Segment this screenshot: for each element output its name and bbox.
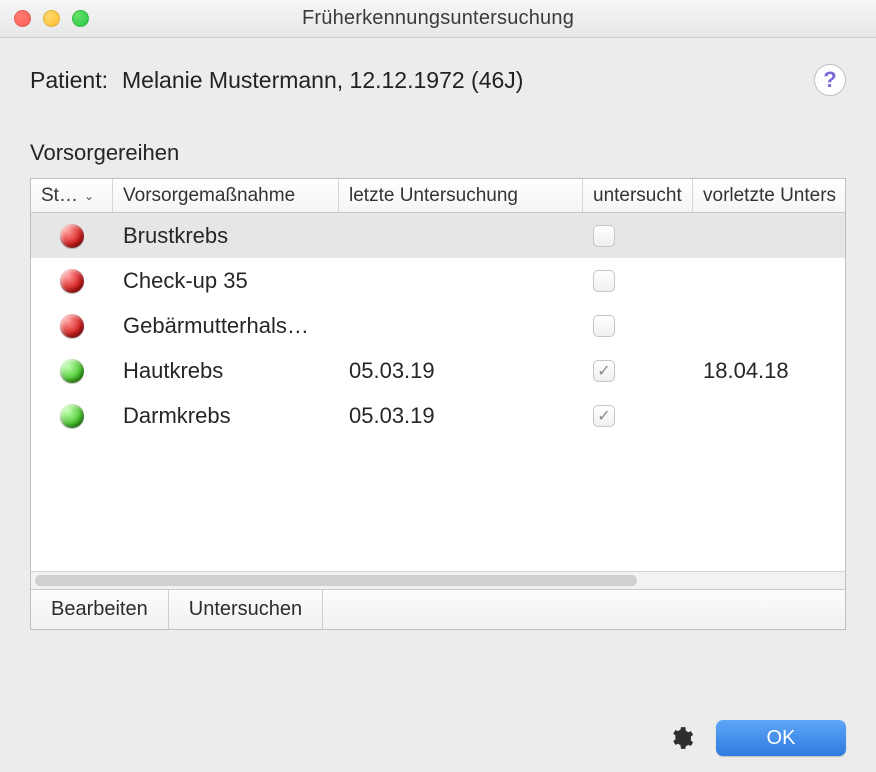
table-row[interactable]: Hautkrebs 05.03.19 ✓ 18.04.18 <box>31 348 845 393</box>
column-header-name[interactable]: Vorsorgemaßnahme <box>113 179 339 212</box>
cell-last-exam-text: 05.03.19 <box>349 358 435 384</box>
cell-name-text: Darmkrebs <box>123 403 231 429</box>
cell-prev-exam: 18.04.18 <box>693 358 845 384</box>
bottom-bar: OK <box>30 720 846 756</box>
examined-checkbox[interactable]: ✓ <box>593 360 615 382</box>
cell-name: Brustkrebs <box>113 223 339 249</box>
examine-button[interactable]: Untersuchen <box>169 590 323 629</box>
cell-last-exam: 05.03.19 <box>339 358 583 384</box>
examined-checkbox[interactable] <box>593 225 615 247</box>
horizontal-scrollbar-thumb[interactable] <box>35 575 637 586</box>
column-header-status[interactable]: St… ⌄ <box>31 179 113 212</box>
edit-button-label: Bearbeiten <box>51 598 148 621</box>
examine-button-label: Untersuchen <box>189 598 302 621</box>
traffic-lights <box>14 10 89 27</box>
cell-status <box>31 314 113 338</box>
close-icon[interactable] <box>14 10 31 27</box>
examined-checkbox[interactable]: ✓ <box>593 405 615 427</box>
settings-button[interactable] <box>666 723 696 753</box>
ok-button-label: OK <box>767 727 796 749</box>
window-title: Früherkennungsuntersuchung <box>0 7 876 30</box>
column-header-checked[interactable]: untersucht <box>583 179 693 212</box>
patient-line: Patient: Melanie Mustermann, 12.12.1972 … <box>30 64 846 96</box>
cell-checked: ✓ <box>583 360 693 382</box>
cell-prev-exam-text: 18.04.18 <box>703 358 789 384</box>
cell-checked <box>583 270 693 292</box>
column-header-prev-label: vorletzte Unters <box>703 185 836 207</box>
column-header-status-label: St… <box>41 185 78 207</box>
section-label: Vorsorgereihen <box>30 140 846 166</box>
status-red-icon <box>60 314 84 338</box>
cell-last-exam: 05.03.19 <box>339 403 583 429</box>
column-header-checked-label: untersucht <box>593 185 682 207</box>
patient-value: Melanie Mustermann, 12.12.1972 (46J) <box>122 67 523 94</box>
screening-table: St… ⌄ Vorsorgemaßnahme letzte Untersuchu… <box>30 178 846 630</box>
cell-last-exam-text: 05.03.19 <box>349 403 435 429</box>
table-row[interactable]: Brustkrebs <box>31 213 845 258</box>
zoom-icon[interactable] <box>72 10 89 27</box>
help-icon: ? <box>823 67 836 93</box>
cell-name-text: Check-up 35 <box>123 268 248 294</box>
cell-name-text: Brustkrebs <box>123 223 228 249</box>
examined-checkbox[interactable] <box>593 270 615 292</box>
table-row[interactable]: Gebärmutterhals… <box>31 303 845 348</box>
ok-button[interactable]: OK <box>716 720 846 756</box>
cell-name-text: Hautkrebs <box>123 358 223 384</box>
column-header-prev-exam[interactable]: vorletzte Unters <box>693 179 845 212</box>
status-red-icon <box>60 224 84 248</box>
cell-status <box>31 404 113 428</box>
table-row[interactable]: Darmkrebs 05.03.19 ✓ <box>31 393 845 438</box>
status-green-icon <box>60 359 84 383</box>
cell-status <box>31 359 113 383</box>
cell-name: Hautkrebs <box>113 358 339 384</box>
edit-button[interactable]: Bearbeiten <box>31 590 169 629</box>
cell-checked <box>583 225 693 247</box>
column-header-last-exam[interactable]: letzte Untersuchung <box>339 179 583 212</box>
cell-checked <box>583 315 693 337</box>
chevron-down-icon: ⌄ <box>84 189 94 203</box>
cell-checked: ✓ <box>583 405 693 427</box>
titlebar: Früherkennungsuntersuchung <box>0 0 876 38</box>
table-row[interactable]: Check-up 35 <box>31 258 845 303</box>
horizontal-scrollbar[interactable] <box>31 571 845 589</box>
column-header-name-label: Vorsorgemaßnahme <box>123 185 295 207</box>
table-footer: Bearbeiten Untersuchen <box>31 589 845 629</box>
patient-label: Patient: <box>30 67 108 94</box>
column-header-last-label: letzte Untersuchung <box>349 185 518 207</box>
cell-name: Check-up 35 <box>113 268 339 294</box>
cell-status <box>31 269 113 293</box>
table-body: Brustkrebs Check-up 35 Gebärmutterhals… Hau… <box>31 213 845 571</box>
cell-name: Darmkrebs <box>113 403 339 429</box>
table-header: St… ⌄ Vorsorgemaßnahme letzte Untersuchu… <box>31 179 845 213</box>
cell-name: Gebärmutterhals… <box>113 313 339 339</box>
cell-status <box>31 224 113 248</box>
status-red-icon <box>60 269 84 293</box>
cell-name-text: Gebärmutterhals… <box>123 313 309 339</box>
minimize-icon[interactable] <box>43 10 60 27</box>
status-green-icon <box>60 404 84 428</box>
patient-info: Patient: Melanie Mustermann, 12.12.1972 … <box>30 67 523 94</box>
help-button[interactable]: ? <box>814 64 846 96</box>
examined-checkbox[interactable] <box>593 315 615 337</box>
content-area: Patient: Melanie Mustermann, 12.12.1972 … <box>0 38 876 630</box>
gear-icon <box>668 725 694 751</box>
